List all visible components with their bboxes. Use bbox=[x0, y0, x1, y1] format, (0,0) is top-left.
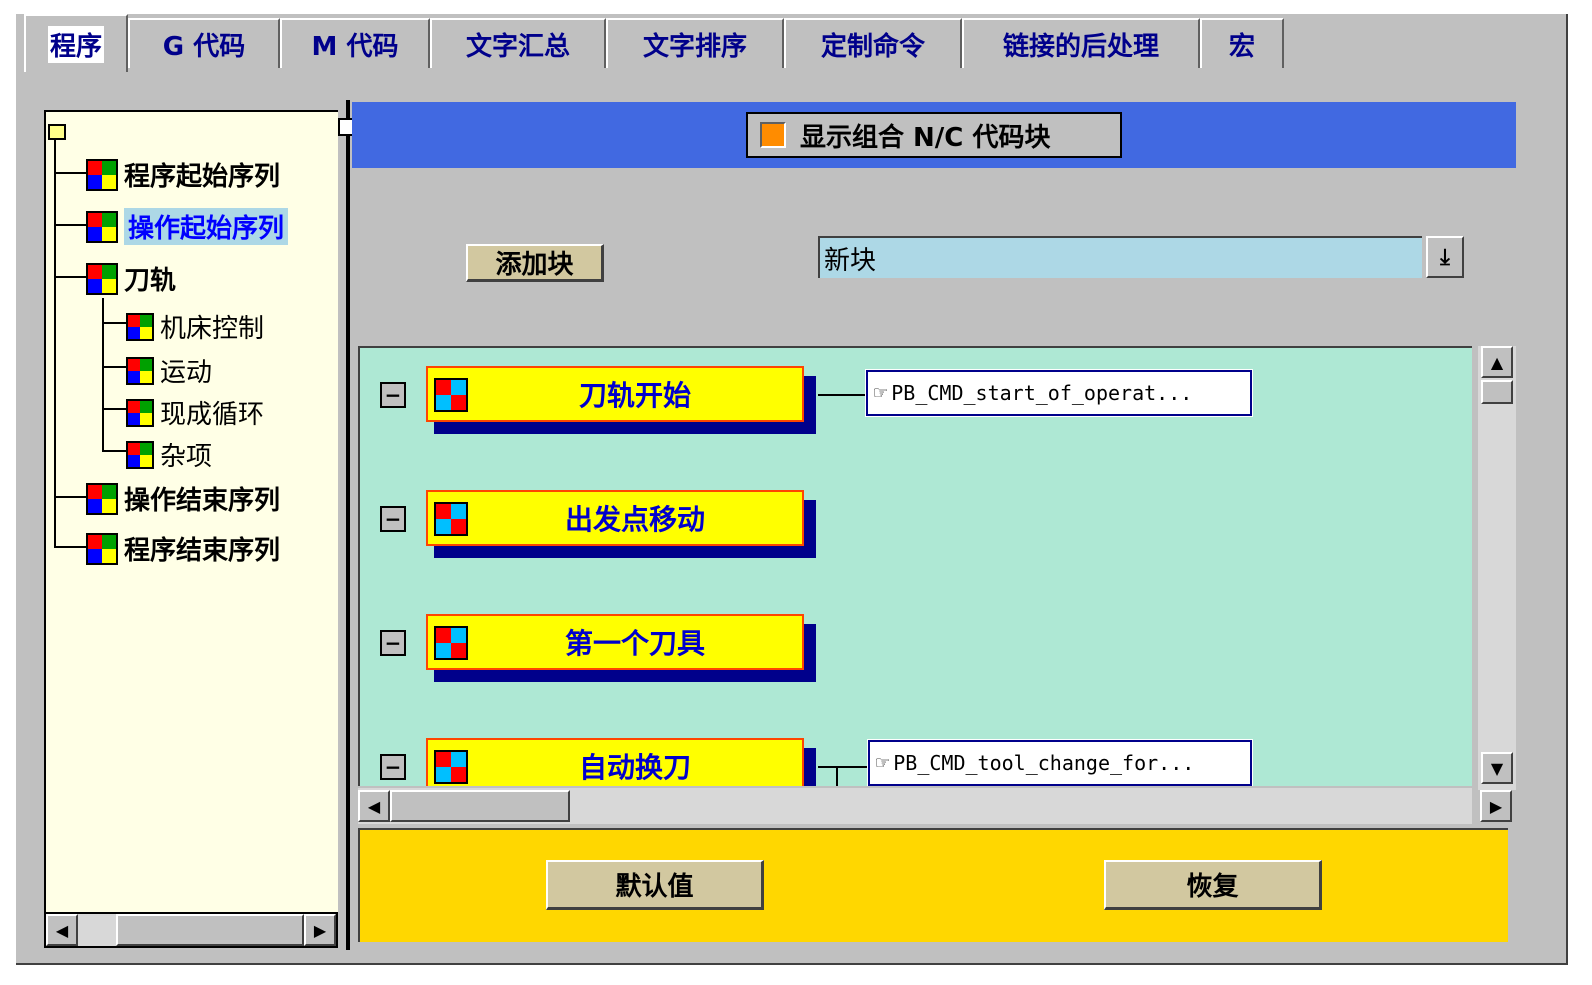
tree-item-miscellaneous[interactable]: 杂项 bbox=[126, 436, 212, 473]
show-combined-nc-blocks-toggle[interactable]: 显示组合 N/C 代码块 bbox=[746, 112, 1122, 158]
collapse-icon[interactable]: − bbox=[380, 754, 406, 780]
hand-pointer-icon: ☞ bbox=[876, 750, 890, 776]
scroll-left-arrow-icon[interactable]: ◀ bbox=[46, 914, 78, 946]
sequence-row: − 刀轨开始 ☞ PB_CMD_start_of_operat... bbox=[360, 364, 1470, 434]
color-cube-icon bbox=[86, 158, 118, 191]
scroll-right-arrow-icon[interactable]: ▶ bbox=[304, 914, 336, 946]
tree-line bbox=[54, 140, 56, 546]
tab-word-sequencing[interactable]: 文字排序 bbox=[606, 18, 784, 68]
scroll-thumb[interactable] bbox=[390, 790, 570, 822]
tree-horizontal-scrollbar[interactable]: ◀ ▶ bbox=[44, 912, 338, 948]
puzzle-icon bbox=[434, 626, 468, 660]
color-cube-icon bbox=[126, 356, 154, 385]
tree-item-program-end[interactable]: 程序结束序列 bbox=[86, 530, 280, 567]
sequence-row: − 自动换刀 ☞ PB_CMD_tool_change_for... bbox=[360, 736, 1470, 786]
puzzle-icon bbox=[434, 502, 468, 536]
collapse-icon[interactable]: − bbox=[380, 630, 406, 656]
event-block-from-move[interactable]: 出发点移动 bbox=[426, 490, 804, 546]
sequence-row: − 出发点移动 bbox=[360, 488, 1470, 558]
add-block-button[interactable]: 添加块 bbox=[466, 244, 604, 282]
collapse-icon[interactable]: − bbox=[380, 382, 406, 408]
tab-m-code[interactable]: M 代码 bbox=[280, 18, 430, 68]
default-button[interactable]: 默认值 bbox=[546, 860, 764, 910]
color-cube-icon bbox=[86, 482, 118, 515]
tab-word-summary[interactable]: 文字汇总 bbox=[430, 18, 606, 68]
tree-item-machine-control[interactable]: 机床控制 bbox=[126, 308, 264, 345]
scroll-up-arrow-icon[interactable]: ▲ bbox=[1481, 346, 1513, 378]
tab-macro[interactable]: 宏 bbox=[1200, 18, 1284, 68]
puzzle-icon bbox=[434, 750, 468, 784]
color-cube-icon bbox=[86, 262, 118, 295]
footer-panel: 默认值 恢复 bbox=[358, 828, 1508, 942]
puzzle-icon bbox=[434, 378, 468, 412]
command-block[interactable]: ☞ PB_CMD_tool_change_for... bbox=[867, 739, 1253, 786]
tree-item-operation-start[interactable]: 操作起始序列 bbox=[86, 208, 289, 245]
post-builder-window: 程序 G 代码 M 代码 文字汇总 文字排序 定制命令 链接的后处理 宏 程序起… bbox=[16, 14, 1568, 965]
event-block-auto-tool-change[interactable]: 自动换刀 bbox=[426, 738, 804, 786]
scroll-thumb[interactable] bbox=[1481, 380, 1513, 404]
tree-item-motion[interactable]: 运动 bbox=[126, 352, 212, 389]
scroll-left-arrow-icon[interactable]: ◀ bbox=[358, 790, 390, 822]
folder-icon[interactable] bbox=[48, 124, 66, 140]
tab-custom-command[interactable]: 定制命令 bbox=[784, 18, 962, 68]
restore-button[interactable]: 恢复 bbox=[1104, 860, 1322, 910]
tab-g-code[interactable]: G 代码 bbox=[128, 18, 280, 68]
command-block[interactable]: ☞ PB_CMD_start_of_operat... bbox=[865, 369, 1253, 417]
hand-pointer-icon: ☞ bbox=[874, 380, 888, 406]
tab-linked-posts[interactable]: 链接的后处理 bbox=[962, 18, 1200, 68]
tree-item-tool-path[interactable]: 刀轨 bbox=[86, 260, 176, 297]
color-cube-icon bbox=[86, 532, 118, 565]
new-block-field[interactable]: 新块 bbox=[818, 236, 1422, 278]
tree-line bbox=[102, 298, 104, 450]
tab-program[interactable]: 程序 bbox=[24, 14, 128, 72]
color-cube-icon bbox=[126, 398, 154, 427]
event-block-first-tool[interactable]: 第一个刀具 bbox=[426, 614, 804, 670]
sequence-row: − 第一个刀具 bbox=[360, 612, 1470, 682]
color-cube-icon bbox=[126, 312, 154, 341]
color-cube-icon bbox=[86, 210, 118, 243]
scroll-thumb[interactable] bbox=[116, 914, 304, 946]
tree-item-operation-end[interactable]: 操作结束序列 bbox=[86, 480, 280, 517]
color-cube-icon bbox=[126, 440, 154, 469]
canvas-vertical-scrollbar[interactable]: ▲ ▼ bbox=[1478, 346, 1516, 790]
dropdown-arrow-icon[interactable]: ⤓ bbox=[1426, 236, 1464, 278]
sequence-tree: 程序起始序列 操作起始序列 刀轨 机床控制 运动 现成循环 杂项 操作结束序列 … bbox=[44, 110, 338, 912]
sequence-canvas: − 刀轨开始 ☞ PB_CMD_start_of_operat... − 出发点移… bbox=[358, 346, 1472, 786]
scroll-right-arrow-icon[interactable]: ▶ bbox=[1480, 790, 1512, 822]
checkbox-icon[interactable] bbox=[760, 122, 786, 148]
tree-item-canned-cycle[interactable]: 现成循环 bbox=[126, 394, 264, 431]
panel-splitter[interactable] bbox=[346, 100, 350, 950]
tab-bar: 程序 G 代码 M 代码 文字汇总 文字排序 定制命令 链接的后处理 宏 bbox=[16, 14, 1566, 72]
canvas-horizontal-scrollbar[interactable]: ◀ bbox=[358, 788, 1472, 824]
tree-item-program-start[interactable]: 程序起始序列 bbox=[86, 156, 280, 193]
event-block-start-of-path[interactable]: 刀轨开始 bbox=[426, 366, 804, 422]
collapse-icon[interactable]: − bbox=[380, 506, 406, 532]
scroll-down-arrow-icon[interactable]: ▼ bbox=[1481, 752, 1513, 784]
